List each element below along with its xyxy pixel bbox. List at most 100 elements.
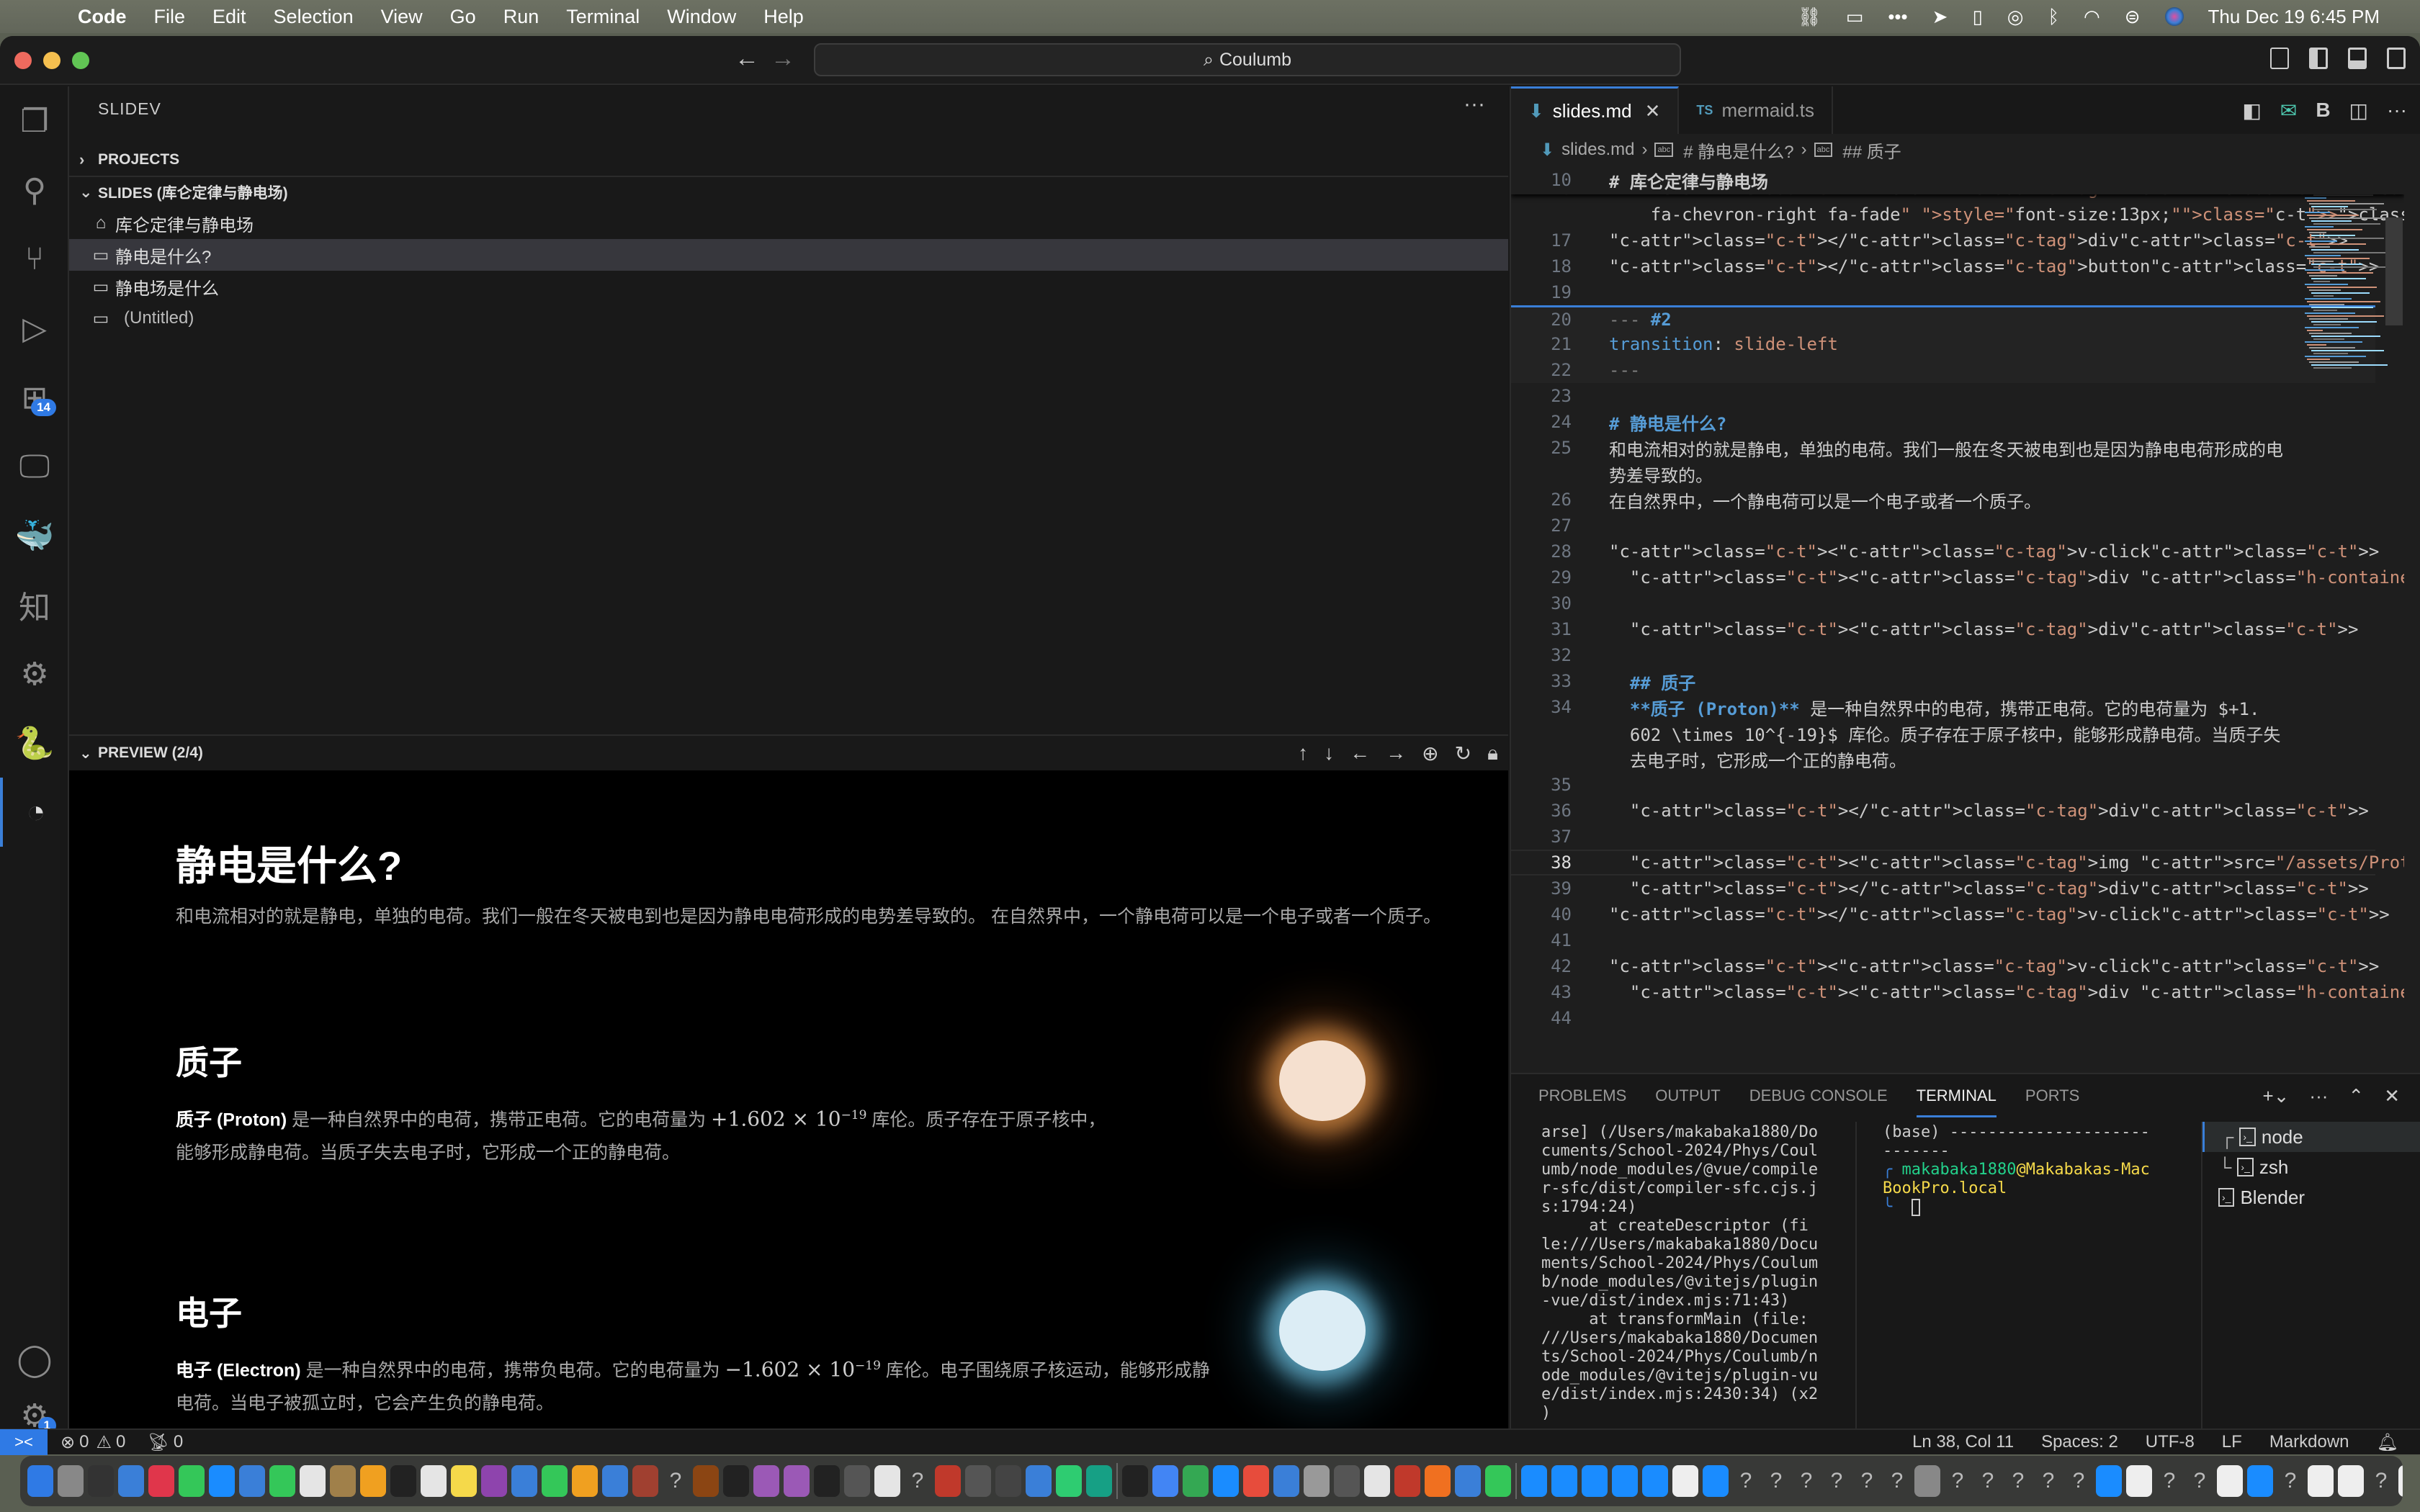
dock-app-icon[interactable] [1582, 1465, 1608, 1497]
dock-app-icon[interactable] [451, 1465, 477, 1497]
cpp-config-icon[interactable]: ⚙ [0, 639, 69, 708]
code-line[interactable]: 28 "c-attr">class="c-t"><"c-attr">class="… [1511, 539, 2379, 564]
remote-indicator-icon[interactable]: >< [0, 1429, 48, 1455]
dock-app-icon[interactable] [148, 1465, 174, 1497]
more-actions-icon[interactable]: ··· [2309, 1085, 2328, 1107]
notifications-bell-icon[interactable]: 🔔︎ [2377, 1432, 2398, 1453]
code-line[interactable]: 33 ## 质子 [1511, 668, 2375, 694]
back-arrow-icon[interactable]: ← [735, 45, 759, 73]
dock-unknown-app-icon[interactable]: ? [1884, 1465, 1910, 1497]
dock-unknown-app-icon[interactable]: ? [2277, 1465, 2303, 1497]
explorer-icon[interactable]: ❐ [0, 86, 69, 156]
apple-icon[interactable] [27, 4, 49, 29]
dock-app-icon[interactable] [1612, 1465, 1638, 1497]
code-line[interactable]: 20 --- #2 [1511, 305, 2375, 331]
dock-app-icon[interactable] [269, 1465, 295, 1497]
menu-go[interactable]: Go [450, 6, 476, 28]
wifi-icon[interactable]: ◠ [2084, 6, 2100, 28]
dock-app-icon[interactable] [27, 1465, 53, 1497]
arrow-left-icon[interactable]: ← [1350, 742, 1370, 765]
dock-app-icon[interactable] [995, 1465, 1021, 1497]
code-line[interactable]: 42 "c-attr">class="c-t"><"c-attr">class="… [1511, 953, 2379, 979]
tab-terminal[interactable]: TERMINAL [1916, 1075, 1996, 1117]
code-line[interactable]: 19 [1511, 279, 2375, 305]
code-line[interactable]: 602 \times 10^{-19}$ 库伦。质子存在于原子核中，能够形成静电… [1511, 720, 2375, 746]
docker-icon[interactable]: 🐳 [0, 501, 69, 570]
menu-file[interactable]: File [154, 6, 186, 28]
creative-cloud-icon[interactable]: ◎ [2007, 6, 2024, 28]
send-icon[interactable]: ➤ [1932, 6, 1948, 28]
dock-app-icon[interactable] [2398, 1465, 2403, 1497]
dock-unknown-app-icon[interactable]: ? [663, 1465, 689, 1497]
dock-app-icon[interactable] [814, 1465, 840, 1497]
dock-app-icon[interactable] [1485, 1465, 1511, 1497]
dock-app-icon[interactable] [1026, 1465, 1052, 1497]
bluetooth-icon[interactable]: ᛒ [2048, 6, 2059, 28]
code-line[interactable]: 41 [1511, 927, 2375, 953]
warning-icon[interactable]: ⚠ [96, 1432, 112, 1453]
code-line[interactable]: 37 [1511, 824, 2375, 850]
binoculars-icon[interactable]: ⛓ [1798, 6, 1821, 28]
code-line[interactable]: 21 transition: slide-left [1511, 331, 2375, 357]
globe-icon[interactable]: ⊕ [1422, 742, 1438, 765]
command-center-search[interactable]: ⌕ Coulumb [814, 43, 1681, 76]
terminal-item-blender[interactable]: ›_ Blender [2202, 1182, 2420, 1212]
slide-preview[interactable]: 静电是什么? 和电流相对的就是静电，单独的电荷。我们一般在冬天被电到也是因为静电… [69, 770, 1508, 1439]
section-slides[interactable]: ⌄ SLIDES (库仑定律与静电场) [69, 176, 1508, 207]
dock-app-icon[interactable] [1273, 1465, 1299, 1497]
code-line[interactable]: 24 # 静电是什么? [1511, 409, 2375, 435]
terminal-item-node[interactable]: ┌ ›_ node [2202, 1122, 2420, 1152]
minimap[interactable] [2302, 167, 2403, 1073]
sticky-scroll-header[interactable]: 10 # 库仑定律与静电场 [1511, 167, 2404, 194]
code-line[interactable]: 35 [1511, 772, 2375, 798]
dock-app-icon[interactable] [632, 1465, 658, 1497]
dock-app-icon[interactable] [390, 1465, 416, 1497]
terminal-node-output[interactable]: arse] (/Users/makabaka1880/Do cuments/Sc… [1541, 1123, 1829, 1423]
code-line[interactable]: 38 "c-attr">class="c-t"><"c-attr">class=… [1511, 850, 2404, 876]
menu-run[interactable]: Run [503, 6, 539, 28]
terminal-zsh-output[interactable]: (base) --------------------- ------- ╭ m… [1883, 1123, 2171, 1217]
breadcrumb-item[interactable]: ## 质子 [1842, 138, 1901, 163]
dock-app-icon[interactable] [2217, 1465, 2243, 1497]
warning-count[interactable]: 0 [116, 1432, 125, 1452]
dock-app-icon[interactable] [935, 1465, 961, 1497]
dock-app-icon[interactable] [1521, 1465, 1547, 1497]
dock-app-icon[interactable] [209, 1465, 235, 1497]
account-icon[interactable]: ◯ [0, 1325, 69, 1394]
dock-app-icon[interactable] [1425, 1465, 1451, 1497]
battery-icon[interactable]: ▭ [1846, 6, 1864, 28]
remote-explorer-icon[interactable]: 🖵 [0, 432, 69, 501]
error-count[interactable]: 0 [79, 1432, 89, 1452]
code-line[interactable]: fa-chevron-right fa-fade" ">style="font-… [1511, 202, 2404, 228]
code-line[interactable]: 27 [1511, 513, 2375, 539]
close-window-button[interactable] [14, 52, 32, 69]
toggle-secondary-sidebar-icon[interactable] [2387, 48, 2406, 69]
menu-view[interactable]: View [381, 6, 423, 28]
new-terminal-icon[interactable]: +⌄ [2262, 1085, 2289, 1107]
code-line[interactable]: 31 "c-attr">class="c-t"><"c-attr">class=… [1511, 616, 2375, 642]
slide-item[interactable]: ▭ (Untitled) [69, 302, 1508, 334]
run-debug-icon[interactable]: ▷ [0, 294, 69, 363]
code-line[interactable]: 34 **质子 (Proton)** 是一种自然界中的电荷，携带正电荷。它的电荷… [1511, 694, 2375, 720]
ports-icon[interactable]: 📡︎ [147, 1432, 169, 1453]
dock-app-icon[interactable] [2338, 1465, 2364, 1497]
dock-app-icon[interactable] [1334, 1465, 1360, 1497]
dock-app-icon[interactable] [1243, 1465, 1269, 1497]
breadcrumb-item[interactable]: # 静电是什么? [1683, 138, 1793, 163]
bold-icon[interactable]: B [2316, 99, 2330, 122]
dock-unknown-app-icon[interactable]: ? [1945, 1465, 1971, 1497]
code-line[interactable]: 23 [1511, 383, 2375, 409]
code-line[interactable]: 40 "c-attr">class="c-t"></"c-attr">class=… [1511, 901, 2390, 927]
encoding[interactable]: UTF-8 [2146, 1432, 2195, 1453]
tab-output[interactable]: OUTPUT [1655, 1086, 1720, 1105]
forward-arrow-icon[interactable]: → [771, 45, 795, 73]
dock-app-icon[interactable] [753, 1465, 779, 1497]
code-line[interactable]: 29 "c-attr">class="c-t"><"c-attr">class=… [1511, 564, 2404, 590]
tab-debug-console[interactable]: DEBUG CONSOLE [1749, 1086, 1888, 1105]
code-line[interactable]: 18 "c-attr">class="c-t"></"c-attr">class=… [1511, 253, 2379, 279]
code-line[interactable]: 36 "c-attr">class="c-t"></"c-attr">class… [1511, 798, 2375, 824]
dock-app-icon[interactable] [421, 1465, 447, 1497]
source-control-icon[interactable]: ⑂ [0, 225, 69, 294]
more-actions-icon[interactable]: ··· [2387, 99, 2407, 122]
dock-app-icon[interactable] [1152, 1465, 1178, 1497]
